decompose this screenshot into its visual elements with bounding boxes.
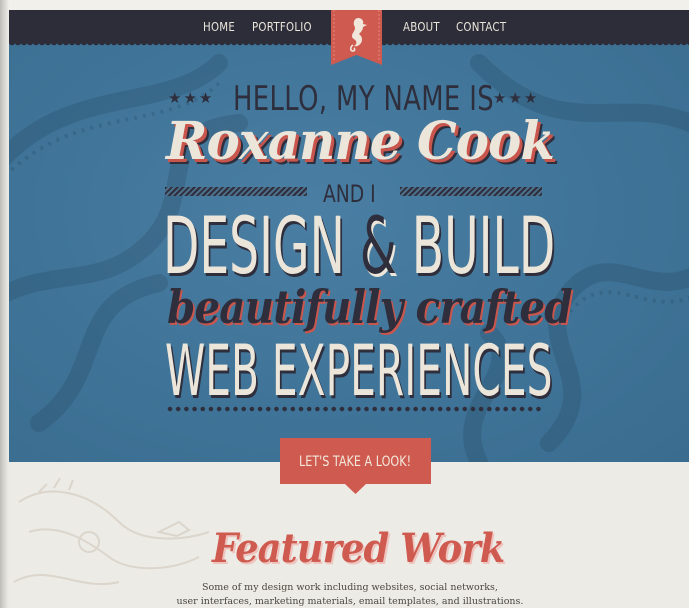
build-word: BUILD xyxy=(411,202,556,292)
dotted-divider xyxy=(167,406,543,412)
design-build-heading: DESIGN & BUILD xyxy=(163,208,555,286)
nav-link-contact[interactable]: CONTACT xyxy=(456,19,506,34)
cta-button[interactable]: LET'S TAKE A LOOK! xyxy=(280,438,431,494)
crafted-heading: beautifully crafted xyxy=(167,280,573,334)
seahorse-logo-ribbon[interactable] xyxy=(331,10,382,65)
nav-link-portfolio[interactable]: PORTFOLIO xyxy=(252,19,312,34)
name-heading: Roxanne Cook xyxy=(166,111,555,172)
nav-link-about[interactable]: ABOUT xyxy=(403,19,440,34)
web-experiences-heading: WEB EXPERIENCES xyxy=(165,330,553,412)
featured-description: Some of my design work including website… xyxy=(150,581,550,608)
page: HOME PORTFOLIO ABOUT CONTACT ★★★ HELLO, … xyxy=(0,0,689,608)
ampersand: & xyxy=(359,202,397,292)
featured-description-line-2: user interfaces, marketing materials, em… xyxy=(176,596,524,607)
cta-label: LET'S TAKE A LOOK! xyxy=(299,454,412,470)
page-edge-shadow xyxy=(0,0,9,608)
stars-right: ★★★ xyxy=(493,89,540,107)
featured-description-line-1: Some of my design work including website… xyxy=(202,582,498,593)
divider-right xyxy=(400,187,542,196)
featured-work-title: Featured Work xyxy=(212,525,505,572)
stars-left: ★★★ xyxy=(168,89,215,107)
nav-link-home[interactable]: HOME xyxy=(203,19,235,34)
top-margin xyxy=(0,0,689,10)
divider-left xyxy=(165,187,307,196)
design-word: DESIGN xyxy=(163,202,345,292)
